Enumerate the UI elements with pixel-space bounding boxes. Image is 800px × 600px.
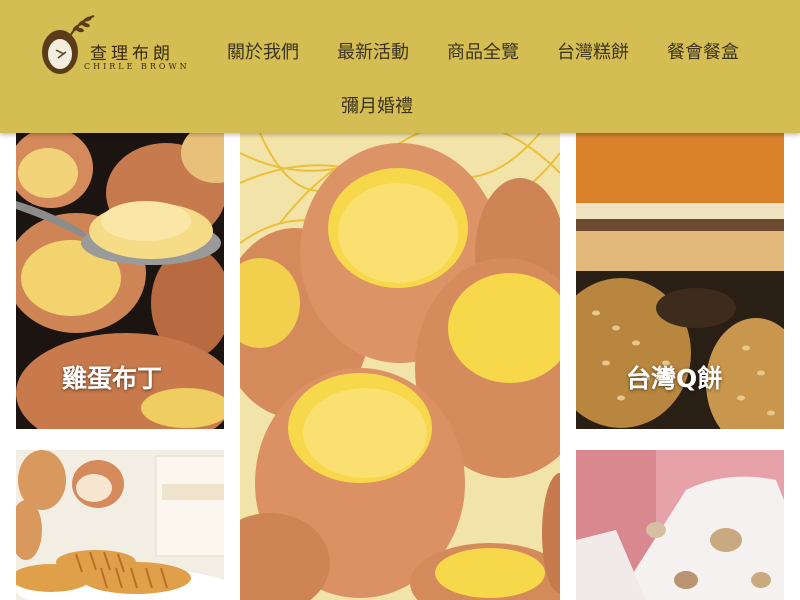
nougat-photo xyxy=(576,450,784,600)
product-tile-taiwan-q-cake[interactable]: 台灣Q餅 xyxy=(576,133,784,429)
product-tile-nougat[interactable] xyxy=(576,450,784,600)
product-tile-egg-rolls[interactable] xyxy=(16,450,224,600)
nav-item-products[interactable]: 商品全覽 xyxy=(447,38,519,64)
nav-item-about[interactable]: 關於我們 xyxy=(227,38,299,64)
nav-item-taiwan-pastry[interactable]: 台灣糕餅 xyxy=(557,38,629,64)
egg-rolls-gift-box-photo xyxy=(16,450,224,600)
site-header: 查理布朗 CHIRLE BROWN 關於我們 最新活動 商品全覽 台灣糕餅 餐會… xyxy=(0,0,800,133)
product-tile-egg-pudding-shells[interactable] xyxy=(240,133,560,600)
brand-name: 查理布朗 xyxy=(90,44,174,64)
brand-logo[interactable]: 查理布朗 CHIRLE BROWN xyxy=(40,12,190,76)
product-label-egg-pudding: 雞蛋布丁 xyxy=(62,364,163,393)
product-label-taiwan-q-cake: 台灣Q餅 xyxy=(626,364,723,393)
nav-item-catering[interactable]: 餐會餐盒 xyxy=(667,38,739,64)
nav-item-wedding[interactable]: 彌月婚禮 xyxy=(341,92,413,118)
nav-item-events[interactable]: 最新活動 xyxy=(337,38,409,64)
brand-tagline: CHIRLE BROWN xyxy=(84,62,190,71)
egg-pudding-shells-photo xyxy=(240,133,560,600)
product-tile-egg-pudding[interactable]: 雞蛋布丁 xyxy=(16,133,224,429)
